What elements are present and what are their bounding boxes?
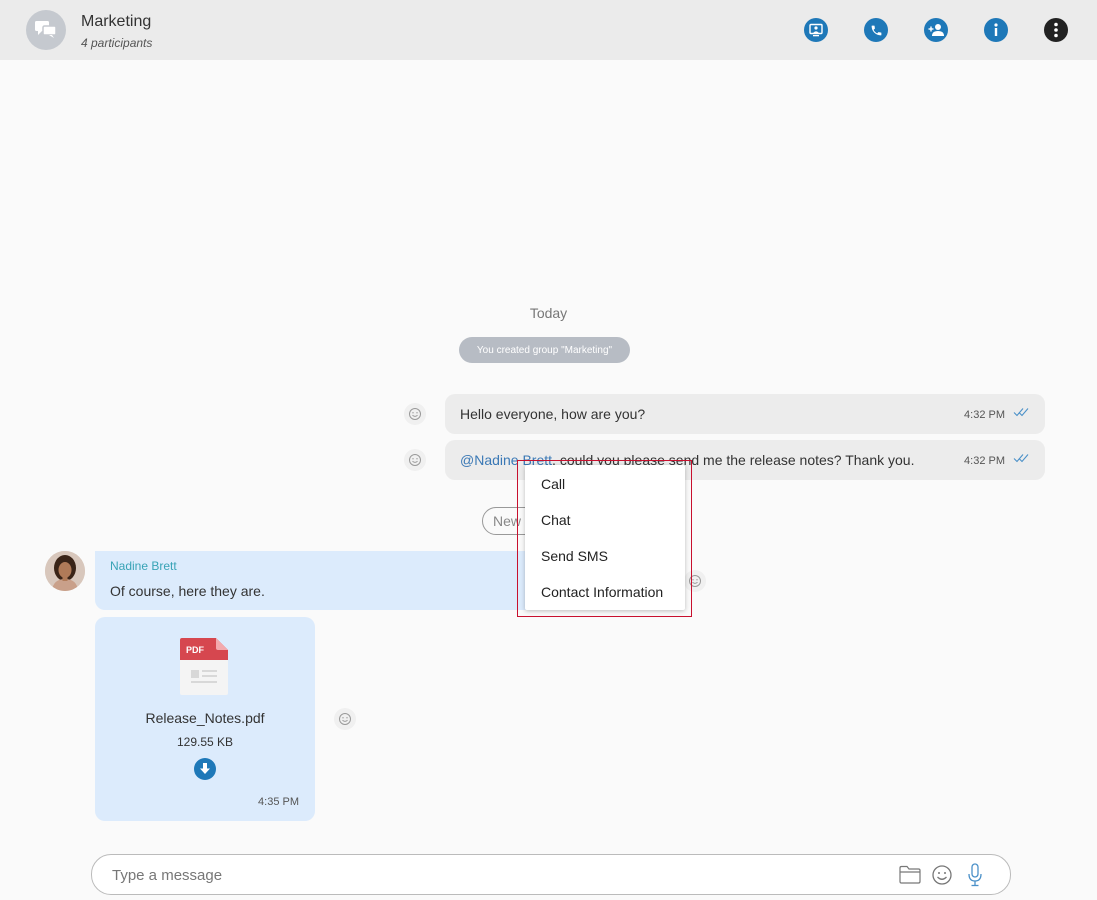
add-participant-button[interactable] <box>924 18 948 42</box>
message-text: Of course, here they are. <box>110 583 265 599</box>
system-message: You created group "Marketing" <box>459 337 630 363</box>
smiley-icon <box>409 454 421 466</box>
smiley-icon <box>409 408 421 420</box>
menu-item-contact-information[interactable]: Contact Information <box>541 584 663 600</box>
message-time: 4:32 PM <box>964 409 1005 421</box>
download-button[interactable] <box>194 758 216 780</box>
date-divider: Today <box>529 305 568 321</box>
sender-name[interactable]: Nadine Brett <box>110 559 177 573</box>
outgoing-message[interactable]: Hello everyone, how are you? 4:32 PM <box>445 394 1045 434</box>
emoji-icon[interactable] <box>931 864 953 886</box>
chat-bubbles-icon <box>35 21 57 38</box>
message-input[interactable] <box>112 865 872 885</box>
menu-item-send-sms[interactable]: Send SMS <box>541 548 608 564</box>
contact-context-menu: Call Chat Send SMS Contact Information <box>525 465 685 610</box>
file-attachment-message[interactable]: PDF Release_Notes.pdf 129.55 KB 4:35 PM <box>95 617 315 821</box>
file-name[interactable]: Release_Notes.pdf <box>95 710 315 726</box>
microphone-icon[interactable] <box>967 863 983 887</box>
message-text: Hello everyone, how are you? <box>460 406 646 422</box>
pdf-badge-text: PDF <box>186 645 205 655</box>
info-button[interactable] <box>984 18 1008 42</box>
reaction-button[interactable] <box>334 708 356 730</box>
call-button[interactable] <box>864 18 888 42</box>
reaction-button[interactable] <box>404 449 426 471</box>
chat-header: Marketing 4 participants <box>0 0 1097 60</box>
screen-share-button[interactable] <box>804 18 828 42</box>
avatar[interactable] <box>45 551 85 591</box>
message-composer <box>91 854 1011 895</box>
incoming-message[interactable]: Nadine Brett Of course, here they are. <box>95 551 535 610</box>
read-receipt-icon <box>1013 408 1029 417</box>
phone-icon <box>871 25 881 35</box>
smiley-icon <box>339 713 351 725</box>
info-icon <box>994 23 998 36</box>
folder-icon[interactable] <box>899 865 921 884</box>
add-person-icon <box>928 24 944 36</box>
pdf-file-icon: PDF <box>180 638 228 695</box>
menu-item-chat[interactable]: Chat <box>541 512 571 528</box>
message-time: 4:32 PM <box>964 455 1005 467</box>
menu-item-call[interactable]: Call <box>541 476 565 492</box>
more-options-button[interactable] <box>1044 18 1068 42</box>
conversation-title: Marketing <box>81 13 152 30</box>
reaction-button[interactable] <box>404 403 426 425</box>
person-photo-icon <box>45 551 85 591</box>
download-arrow-icon <box>200 763 210 774</box>
participants-count: 4 participants <box>81 36 153 50</box>
more-vertical-icon <box>1054 22 1058 38</box>
message-time: 4:35 PM <box>258 796 299 808</box>
read-receipt-icon <box>1013 454 1029 463</box>
file-size: 129.55 KB <box>176 735 234 749</box>
group-avatar <box>26 10 66 50</box>
screen-share-icon <box>809 23 823 37</box>
